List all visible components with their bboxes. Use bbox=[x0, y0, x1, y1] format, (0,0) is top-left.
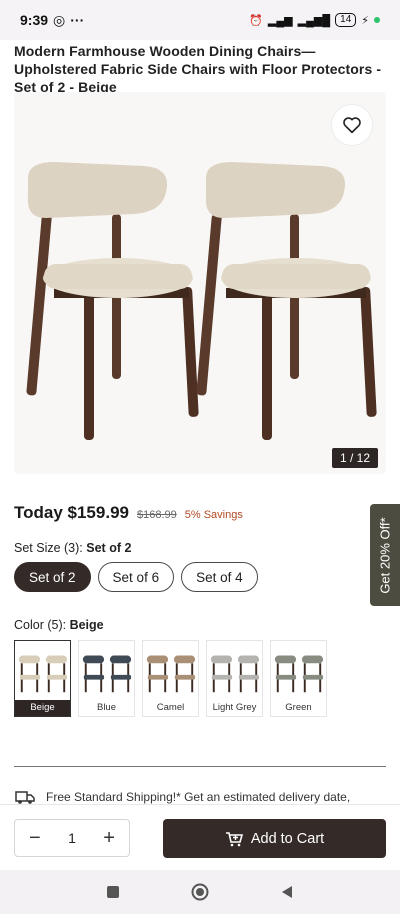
promo-tab-label: Get 20% Off* bbox=[377, 516, 393, 594]
product-image[interactable]: 1 / 12 bbox=[14, 92, 386, 474]
chair-seat bbox=[174, 674, 196, 680]
set-size-option-6[interactable]: Set of 6 bbox=[97, 562, 175, 592]
price-today: Today $159.99 bbox=[14, 503, 129, 522]
favorite-button[interactable] bbox=[332, 105, 372, 145]
chair-back bbox=[301, 655, 324, 664]
savings-label: 5% Savings bbox=[184, 509, 243, 521]
shipping-truck-icon bbox=[15, 791, 35, 804]
color-swatch-beige[interactable]: Beige bbox=[14, 640, 71, 717]
chair-left bbox=[26, 162, 199, 440]
set-size-selected: Set of 2 bbox=[86, 541, 132, 555]
swatch-label: Camel bbox=[156, 702, 185, 713]
increase-quantity-button[interactable]: + bbox=[103, 828, 115, 848]
chair-seat bbox=[110, 674, 132, 680]
privacy-dot bbox=[374, 17, 380, 23]
signal-icon: ▂▄▆ bbox=[267, 14, 293, 27]
shipping-info[interactable]: Free Standard Shipping!* Get an estimate… bbox=[14, 789, 386, 805]
color-swatch-camel[interactable]: Camel bbox=[142, 640, 199, 717]
chair-seat bbox=[238, 674, 260, 680]
chair-right bbox=[196, 162, 377, 440]
color-heading: Color (5): bbox=[14, 618, 67, 632]
swatch-image bbox=[146, 655, 196, 693]
battery-icon: 14 bbox=[335, 13, 357, 27]
price-original: $168.99 bbox=[136, 509, 177, 521]
swatch-label: Beige bbox=[15, 700, 70, 716]
swatch-image bbox=[210, 655, 260, 693]
chair-back bbox=[45, 655, 68, 664]
chair-seat bbox=[46, 674, 68, 680]
system-nav-bar bbox=[0, 870, 400, 914]
home-icon[interactable] bbox=[191, 883, 209, 901]
set-size-option-2[interactable]: Set of 2 bbox=[14, 562, 91, 592]
swatch-image bbox=[82, 655, 132, 693]
color-swatch-blue[interactable]: Blue bbox=[78, 640, 135, 717]
shipping-text: Free Standard Shipping!* Get an estimate… bbox=[46, 790, 351, 804]
chair-back bbox=[146, 655, 169, 664]
color-label: Color (5): Beige bbox=[14, 618, 104, 632]
cart-icon bbox=[225, 831, 243, 846]
image-counter: 1 / 12 bbox=[331, 448, 378, 468]
color-selected: Beige bbox=[69, 618, 104, 632]
chairs-image bbox=[26, 162, 377, 440]
swatch-label: Blue bbox=[96, 702, 116, 713]
chair-back bbox=[210, 655, 233, 664]
set-size-option-4[interactable]: Set of 4 bbox=[181, 562, 258, 592]
clock: 9:39 bbox=[20, 12, 49, 28]
alarm-icon: ⏰ bbox=[249, 14, 263, 27]
chair-back bbox=[274, 655, 297, 664]
product-title: Modern Farmhouse Wooden Dining Chairs—Up… bbox=[14, 43, 382, 95]
color-options: Beige Blue Camel Light Grey Green bbox=[14, 640, 327, 717]
status-bar: 9:39 ◎ ··· ⏰ ▂▄▆ ▂▄▆█ 14 ⚡ bbox=[0, 0, 400, 40]
add-to-cart-label: Add to Cart bbox=[250, 830, 325, 847]
promo-tab[interactable]: Get 20% Off* bbox=[370, 504, 400, 606]
price-row: Today $159.99 $168.99 5% Savings bbox=[14, 503, 243, 523]
chair-seat bbox=[302, 674, 324, 680]
chair-seat bbox=[147, 674, 169, 680]
chair-back bbox=[173, 655, 196, 664]
chair-seat bbox=[275, 674, 297, 680]
decrease-quantity-button[interactable]: − bbox=[29, 828, 41, 848]
swatch-label: Light Grey bbox=[212, 702, 257, 713]
chair-seat bbox=[19, 674, 41, 680]
more-notifications-icon: ··· bbox=[70, 12, 85, 28]
charging-icon: ⚡ bbox=[361, 14, 369, 27]
set-size-options: Set of 2 Set of 6 Set of 4 bbox=[14, 562, 258, 592]
chair-back bbox=[237, 655, 260, 664]
whatsapp-icon: ◎ bbox=[53, 11, 66, 28]
chair-back bbox=[109, 655, 132, 664]
heart-icon bbox=[343, 117, 361, 134]
color-swatch-green[interactable]: Green bbox=[270, 640, 327, 717]
color-swatch-light-grey[interactable]: Light Grey bbox=[206, 640, 263, 717]
set-size-heading: Set Size (3): bbox=[14, 541, 83, 555]
back-icon[interactable] bbox=[280, 885, 294, 899]
add-to-cart-button[interactable]: Add to Cart bbox=[163, 819, 386, 858]
recents-icon[interactable] bbox=[106, 885, 120, 899]
chair-seat bbox=[211, 674, 233, 680]
section-divider bbox=[14, 766, 386, 767]
swatch-image bbox=[18, 655, 68, 693]
chair-seat bbox=[83, 674, 105, 680]
signal-4g-icon: ▂▄▆█ bbox=[297, 14, 331, 27]
swatch-label: Green bbox=[285, 702, 312, 713]
swatch-image bbox=[274, 655, 324, 693]
set-size-label: Set Size (3): Set of 2 bbox=[14, 541, 131, 555]
chair-back bbox=[18, 655, 41, 664]
quantity-value: 1 bbox=[68, 830, 76, 846]
quantity-stepper: − 1 + bbox=[14, 819, 130, 857]
chair-back bbox=[82, 655, 105, 664]
cart-bar: − 1 + Add to Cart bbox=[0, 804, 400, 870]
